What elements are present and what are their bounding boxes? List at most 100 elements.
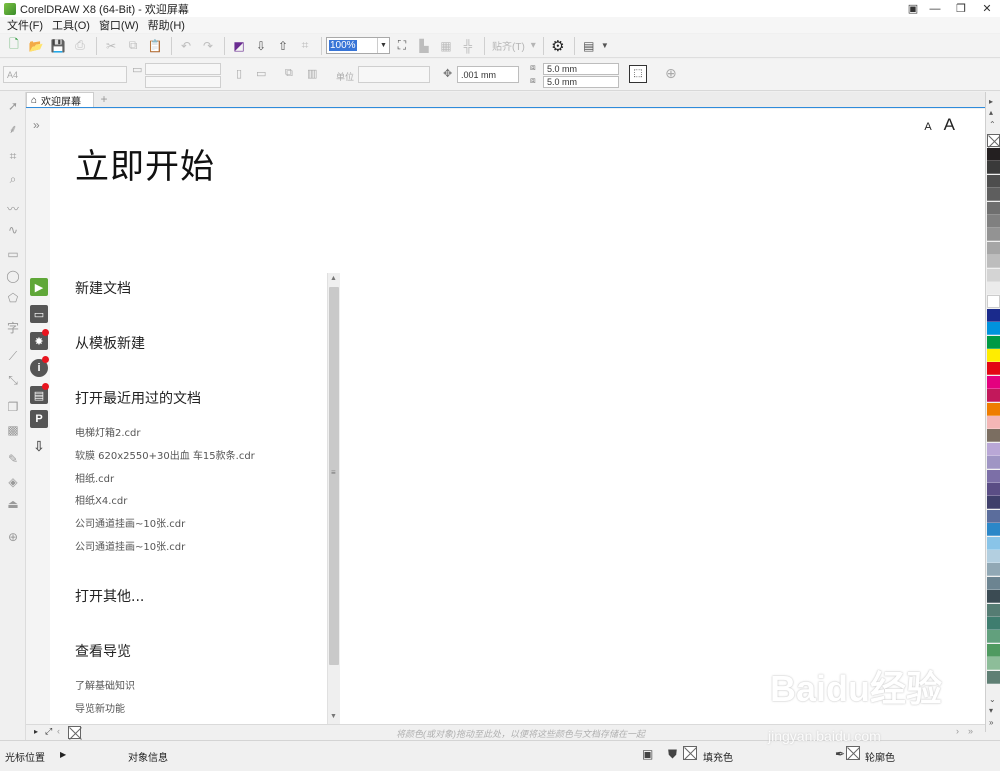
close-button[interactable]: ✕ bbox=[974, 0, 1000, 17]
transparency-tool-icon[interactable]: ▩ bbox=[5, 422, 21, 438]
color-swatch[interactable] bbox=[987, 282, 1000, 295]
text-tool-icon[interactable]: 字 bbox=[5, 319, 21, 335]
portrait-icon[interactable]: ▯ bbox=[236, 67, 242, 80]
import-icon[interactable]: ⇩ bbox=[251, 36, 271, 56]
new-from-template-link[interactable]: 从模板新建 bbox=[75, 333, 145, 353]
color-swatch[interactable] bbox=[987, 550, 1000, 563]
restore-button[interactable]: ❐ bbox=[948, 0, 974, 17]
color-swatch[interactable] bbox=[987, 603, 1000, 617]
color-swatch[interactable] bbox=[987, 416, 1000, 429]
scroll-up-icon[interactable]: ⌃ bbox=[989, 120, 996, 129]
recent-file-link[interactable]: 公司通道挂画~10张.cdr bbox=[75, 538, 185, 553]
tour-link[interactable]: 了解基础知识 bbox=[75, 677, 135, 692]
zoom-tool-icon[interactable]: ⌕ bbox=[5, 171, 21, 187]
color-swatch[interactable] bbox=[987, 590, 1000, 604]
color-swatch[interactable] bbox=[987, 496, 1000, 510]
units-select[interactable] bbox=[358, 66, 430, 83]
save-icon[interactable]: 💾 bbox=[48, 36, 68, 56]
scroll-end-icon[interactable]: » bbox=[968, 726, 973, 736]
color-swatch[interactable] bbox=[987, 362, 1000, 376]
scroll-up-icon[interactable]: ▴ bbox=[989, 108, 993, 117]
color-swatch[interactable] bbox=[987, 148, 1000, 161]
new-document-link[interactable]: 新建文档 bbox=[75, 278, 131, 298]
all-pages-icon[interactable]: ⧉ bbox=[285, 67, 293, 80]
redo-icon[interactable]: ↷ bbox=[198, 36, 218, 56]
chevron-down-icon[interactable]: ▼ bbox=[377, 38, 389, 53]
color-swatch[interactable] bbox=[987, 201, 1000, 215]
color-swatch[interactable] bbox=[987, 442, 1000, 456]
menu-file[interactable]: 文件(F) bbox=[4, 17, 49, 33]
full-screen-icon[interactable]: ⛶ bbox=[392, 36, 412, 56]
print-icon[interactable]: ⎙ bbox=[70, 36, 90, 56]
nudge-distance-field[interactable]: .001 mm bbox=[457, 66, 519, 83]
expand-panel-icon[interactable]: » bbox=[33, 118, 40, 132]
color-swatch[interactable] bbox=[987, 617, 1000, 630]
open-other-link[interactable]: 打开其他... bbox=[75, 586, 144, 606]
options-gear-icon[interactable]: ⚙ bbox=[548, 36, 568, 56]
increase-font-button[interactable]: A bbox=[944, 115, 955, 135]
color-swatch[interactable] bbox=[987, 255, 1000, 269]
tour-link[interactable]: 导览新功能 bbox=[75, 700, 125, 715]
color-swatch[interactable] bbox=[987, 161, 1000, 175]
new-document-icon[interactable]: 🗋 bbox=[4, 36, 24, 56]
page-height-field[interactable] bbox=[145, 76, 221, 88]
color-swatch[interactable] bbox=[987, 456, 1000, 470]
color-swatch[interactable] bbox=[987, 657, 1000, 671]
crop-tool-icon[interactable]: ⌗ bbox=[5, 148, 21, 164]
no-color-swatch[interactable] bbox=[987, 134, 1000, 147]
menu-window[interactable]: 窗口(W) bbox=[96, 17, 145, 33]
color-swatch[interactable] bbox=[987, 563, 1000, 577]
color-profile-icon[interactable]: ▣ bbox=[642, 747, 653, 761]
color-swatch[interactable] bbox=[987, 349, 1000, 362]
fill-none-swatch[interactable] bbox=[683, 746, 697, 760]
palette-menu-icon[interactable]: ▸ bbox=[989, 97, 993, 106]
color-swatch[interactable] bbox=[987, 174, 1000, 188]
scroll-down-icon[interactable]: ▾ bbox=[989, 706, 993, 715]
export-icon[interactable]: ⇧ bbox=[273, 36, 293, 56]
color-swatch[interactable] bbox=[987, 523, 1000, 537]
color-swatch[interactable] bbox=[987, 576, 1000, 590]
artistic-media-icon[interactable]: ∿ bbox=[5, 222, 21, 238]
decrease-font-button[interactable]: A bbox=[924, 121, 931, 133]
application-launcher-icon[interactable]: ▤ bbox=[579, 36, 599, 56]
color-swatch[interactable] bbox=[987, 308, 1000, 322]
rulers-icon[interactable]: ▙ bbox=[414, 36, 434, 56]
fill-bucket-icon[interactable]: ⛊ bbox=[668, 747, 677, 762]
recent-file-link[interactable]: 相纸X4.cdr bbox=[75, 492, 127, 507]
color-swatch[interactable] bbox=[987, 228, 1000, 242]
color-swatch[interactable] bbox=[987, 188, 1000, 202]
color-swatch[interactable] bbox=[987, 429, 1000, 443]
chevron-down-icon[interactable]: ▾ bbox=[531, 40, 536, 51]
scroll-left-icon[interactable]: ‹ bbox=[57, 726, 60, 736]
panel-scrollbar[interactable]: ▲ ≡ ▼ bbox=[327, 273, 340, 724]
workspace-icon[interactable]: ▭ bbox=[30, 305, 48, 323]
menu-tools[interactable]: 工具(O) bbox=[49, 17, 96, 33]
eyedropper-tool-icon[interactable]: ✎ bbox=[5, 451, 21, 467]
color-swatch[interactable] bbox=[987, 402, 1000, 416]
cut-icon[interactable]: ✂ bbox=[101, 36, 121, 56]
get-started-icon[interactable]: ▶ bbox=[30, 278, 48, 296]
color-swatch[interactable] bbox=[987, 295, 1000, 309]
connector-tool-icon[interactable]: ⤡ bbox=[5, 372, 21, 388]
no-color-swatch[interactable] bbox=[68, 726, 81, 739]
grid-icon[interactable]: ▦ bbox=[436, 36, 456, 56]
expand-palette-icon[interactable]: » bbox=[989, 718, 993, 727]
scroll-up-icon[interactable]: ▲ bbox=[330, 275, 337, 282]
tab-welcome-screen[interactable]: ⌂ 欢迎屏幕 bbox=[26, 92, 94, 108]
duplicate-distance-y-field[interactable]: 5.0 mm bbox=[543, 76, 619, 88]
polygon-tool-icon[interactable]: ⬠ bbox=[5, 290, 21, 306]
eyedropper-icon[interactable]: ⤢ bbox=[45, 726, 52, 737]
outline-pen-icon[interactable]: ✒ bbox=[835, 747, 845, 761]
color-swatch[interactable] bbox=[987, 268, 1000, 282]
color-swatch[interactable] bbox=[987, 536, 1000, 550]
recent-file-link[interactable]: 相纸.cdr bbox=[75, 470, 114, 485]
pick-tool-icon[interactable]: ➚ bbox=[5, 98, 21, 114]
color-swatch[interactable] bbox=[987, 241, 1000, 255]
publish-icon[interactable]: ⌗ bbox=[295, 36, 315, 56]
page-size-select[interactable]: A4 bbox=[3, 66, 127, 83]
interactive-fill-icon[interactable]: ◈ bbox=[5, 474, 21, 490]
scroll-down-icon[interactable]: ⌄ bbox=[989, 695, 996, 704]
freehand-tool-icon[interactable]: 〰 bbox=[5, 200, 21, 216]
color-swatch[interactable] bbox=[987, 335, 1000, 349]
open-icon[interactable]: 📂 bbox=[26, 36, 46, 56]
